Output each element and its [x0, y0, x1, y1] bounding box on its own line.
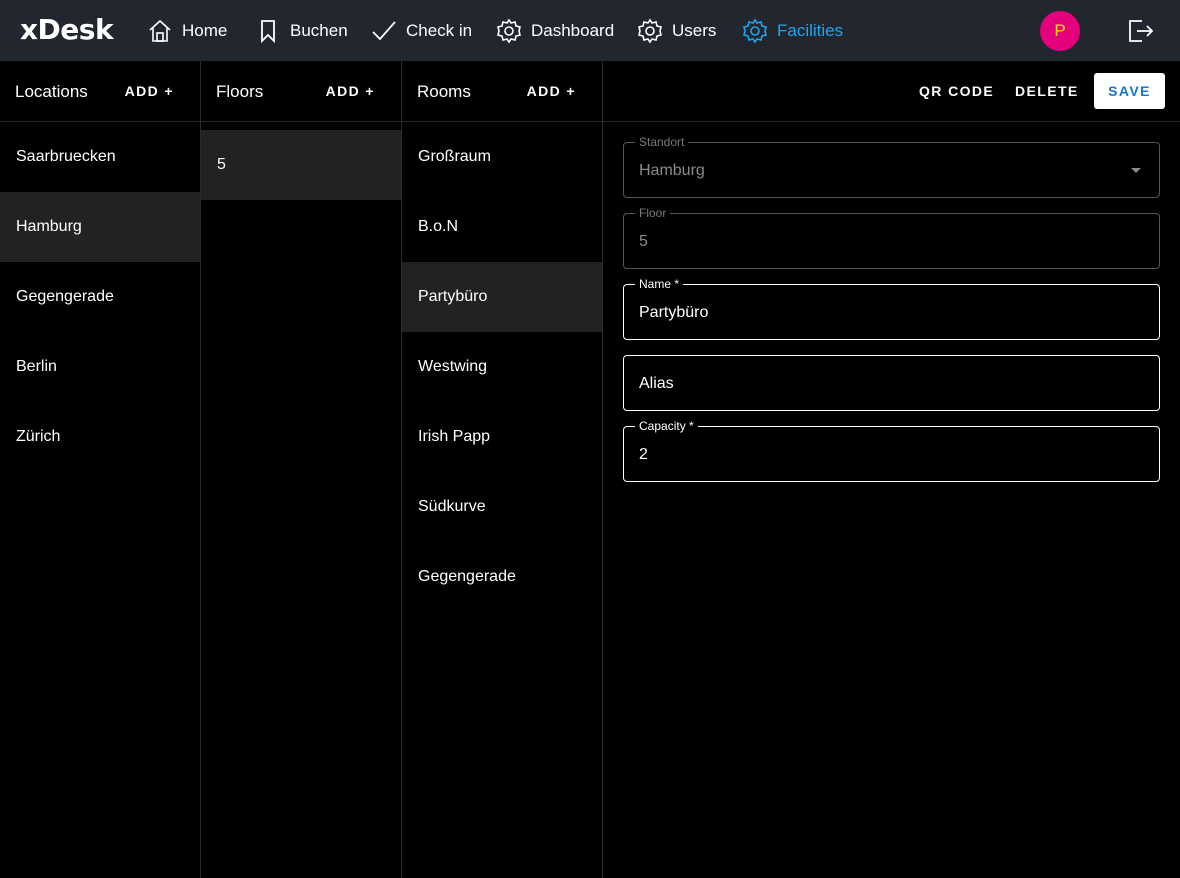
- top-navigation-bar: xDesk Home Buchen Check in Dashboard Use…: [0, 0, 1180, 61]
- floor-field[interactable]: Floor 5: [623, 206, 1160, 269]
- gear-icon: [495, 17, 523, 45]
- qr-code-button[interactable]: QR CODE: [919, 83, 994, 99]
- nav-buchen[interactable]: Buchen: [254, 15, 348, 47]
- capacity-field[interactable]: Capacity * 2: [623, 419, 1160, 482]
- name-field[interactable]: Name * Partybüro: [623, 277, 1160, 340]
- floors-column: Floors ADD + 5: [201, 61, 402, 878]
- standort-value: Hamburg: [639, 162, 705, 179]
- home-icon: [146, 17, 174, 45]
- list-item[interactable]: Berlin: [0, 332, 200, 402]
- nav-checkin-label: Check in: [406, 21, 473, 40]
- rooms-title: Rooms: [417, 82, 471, 101]
- rooms-header: Rooms ADD +: [402, 61, 602, 122]
- nav-home[interactable]: Home: [146, 15, 227, 47]
- floors-title: Floors: [216, 82, 264, 101]
- bookmark-icon: [254, 17, 282, 45]
- rooms-list: Großraum B.o.N Partybüro Westwing Irish …: [402, 122, 602, 612]
- alias-field[interactable]: Alias: [623, 355, 1160, 411]
- list-item[interactable]: Zürich: [0, 402, 200, 472]
- list-item[interactable]: 5: [201, 130, 401, 200]
- capacity-label: Capacity *: [635, 419, 698, 433]
- list-item[interactable]: Irish Papp: [402, 402, 602, 472]
- standort-label: Standort: [635, 135, 689, 149]
- gear-icon: [636, 17, 664, 45]
- nav-dashboard[interactable]: Dashboard: [495, 15, 614, 47]
- list-item[interactable]: Gegengerade: [0, 262, 200, 332]
- nav-facilities-label: Facilities: [777, 21, 844, 40]
- floors-header: Floors ADD +: [201, 61, 401, 122]
- chevron-down-icon: [1131, 168, 1141, 173]
- nav-facilities[interactable]: Facilities: [741, 15, 843, 47]
- floor-value: 5: [639, 233, 648, 250]
- name-value: Partybüro: [639, 304, 709, 321]
- alias-placeholder: Alias: [639, 375, 674, 392]
- add-floor-button[interactable]: ADD +: [326, 83, 375, 99]
- save-button[interactable]: SAVE: [1094, 73, 1165, 109]
- name-label: Name *: [635, 277, 684, 291]
- avatar[interactable]: P: [1040, 11, 1080, 51]
- logout-icon[interactable]: [1124, 15, 1156, 47]
- nav-buchen-label: Buchen: [290, 21, 348, 40]
- list-item[interactable]: B.o.N: [402, 192, 602, 262]
- nav-home-label: Home: [182, 21, 228, 40]
- checkmark-icon: [370, 17, 398, 45]
- list-item[interactable]: Südkurve: [402, 472, 602, 542]
- locations-column: Locations ADD + Saarbruecken Hamburg Geg…: [0, 61, 201, 878]
- add-location-button[interactable]: ADD +: [125, 83, 174, 99]
- floors-list: 5: [201, 130, 401, 200]
- list-item[interactable]: Gegengerade: [402, 542, 602, 612]
- rooms-column: Rooms ADD + Großraum B.o.N Partybüro Wes…: [402, 61, 603, 878]
- nav-users-label: Users: [672, 21, 717, 40]
- locations-title: Locations: [15, 82, 88, 101]
- nav-checkin[interactable]: Check in: [370, 15, 472, 47]
- room-detail-toolbar: QR CODE DELETE SAVE: [603, 61, 1180, 122]
- capacity-value: 2: [639, 446, 648, 463]
- nav-users[interactable]: Users: [636, 15, 716, 47]
- list-item[interactable]: Westwing: [402, 332, 602, 402]
- add-room-button[interactable]: ADD +: [527, 83, 576, 99]
- locations-list: Saarbruecken Hamburg Gegengerade Berlin …: [0, 122, 200, 472]
- list-item[interactable]: Partybüro: [402, 262, 602, 332]
- list-item[interactable]: Hamburg: [0, 192, 200, 262]
- brand-logo[interactable]: xDesk: [20, 13, 114, 46]
- list-item[interactable]: Saarbruecken: [0, 122, 200, 192]
- delete-button[interactable]: DELETE: [1015, 83, 1079, 99]
- locations-header: Locations ADD +: [0, 61, 200, 122]
- nav-dashboard-label: Dashboard: [531, 21, 615, 40]
- gear-icon: [741, 17, 769, 45]
- list-item[interactable]: Großraum: [402, 122, 602, 192]
- standort-select[interactable]: Standort Hamburg: [623, 135, 1160, 198]
- floor-label: Floor: [635, 206, 671, 220]
